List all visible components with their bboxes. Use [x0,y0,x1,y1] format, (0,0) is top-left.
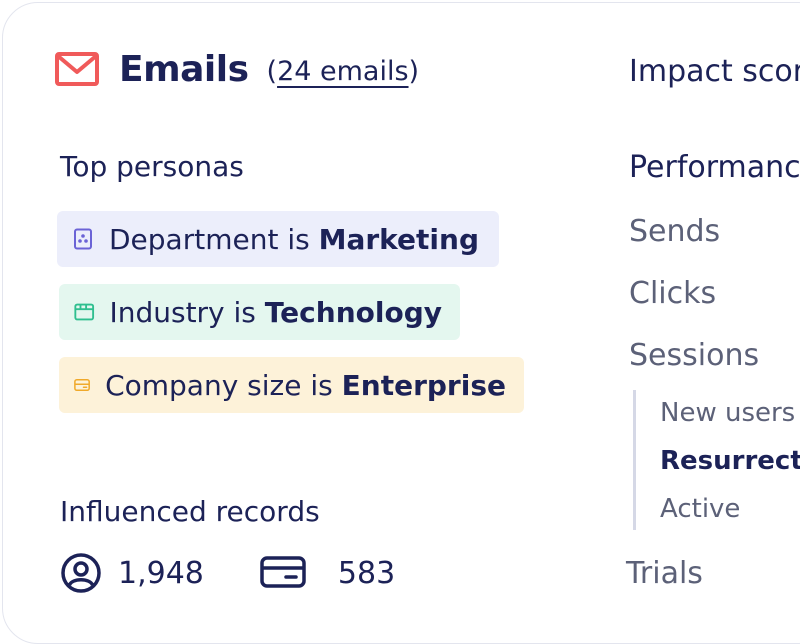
department-icon [74,228,92,250]
session-resurrected[interactable]: Resurrected [660,446,800,476]
persona-company-size-prefix: Company size is [105,368,342,402]
session-new-users[interactable]: New users [660,398,795,428]
account-card-icon [260,556,306,588]
contact-icon [61,553,101,593]
metric-sends[interactable]: Sends [629,214,720,249]
email-count-link[interactable]: 24 emails [277,56,408,87]
top-personas-heading: Top personas [60,150,244,183]
persona-department[interactable]: Department is Marketing [57,211,499,267]
persona-department-value: Marketing [318,222,479,256]
persona-industry-value: Technology [264,295,442,329]
persona-department-prefix: Department is [109,222,319,256]
contacts-count: 1,948 [118,555,204,591]
company-size-icon [74,378,90,392]
impact-score-label: Impact scor [629,54,800,89]
metric-sessions[interactable]: Sessions [629,338,759,373]
influenced-stats: 1,948 583 [60,548,395,598]
performance-heading: Performanc [629,150,800,185]
count-open-paren: ( [266,55,278,87]
mail-icon [55,52,99,86]
session-active[interactable]: Active [660,494,740,524]
email-count: (24 emails) [267,56,420,87]
persona-company-size[interactable]: Company size is Enterprise [59,357,524,413]
metric-trials[interactable]: Trials [626,556,703,591]
count-close-paren: ) [408,55,420,87]
influenced-records-heading: Influenced records [60,495,320,528]
card-title: Emails [119,48,249,90]
sessions-breakdown-rail [633,390,636,530]
card-header: Emails (24 emails) [55,44,419,94]
accounts-count: 583 [337,555,396,591]
persona-industry[interactable]: Industry is Technology [59,284,460,340]
metric-clicks[interactable]: Clicks [629,276,716,311]
persona-company-size-value: Enterprise [341,368,506,402]
persona-industry-prefix: Industry is [109,295,265,329]
industry-icon [74,303,95,321]
